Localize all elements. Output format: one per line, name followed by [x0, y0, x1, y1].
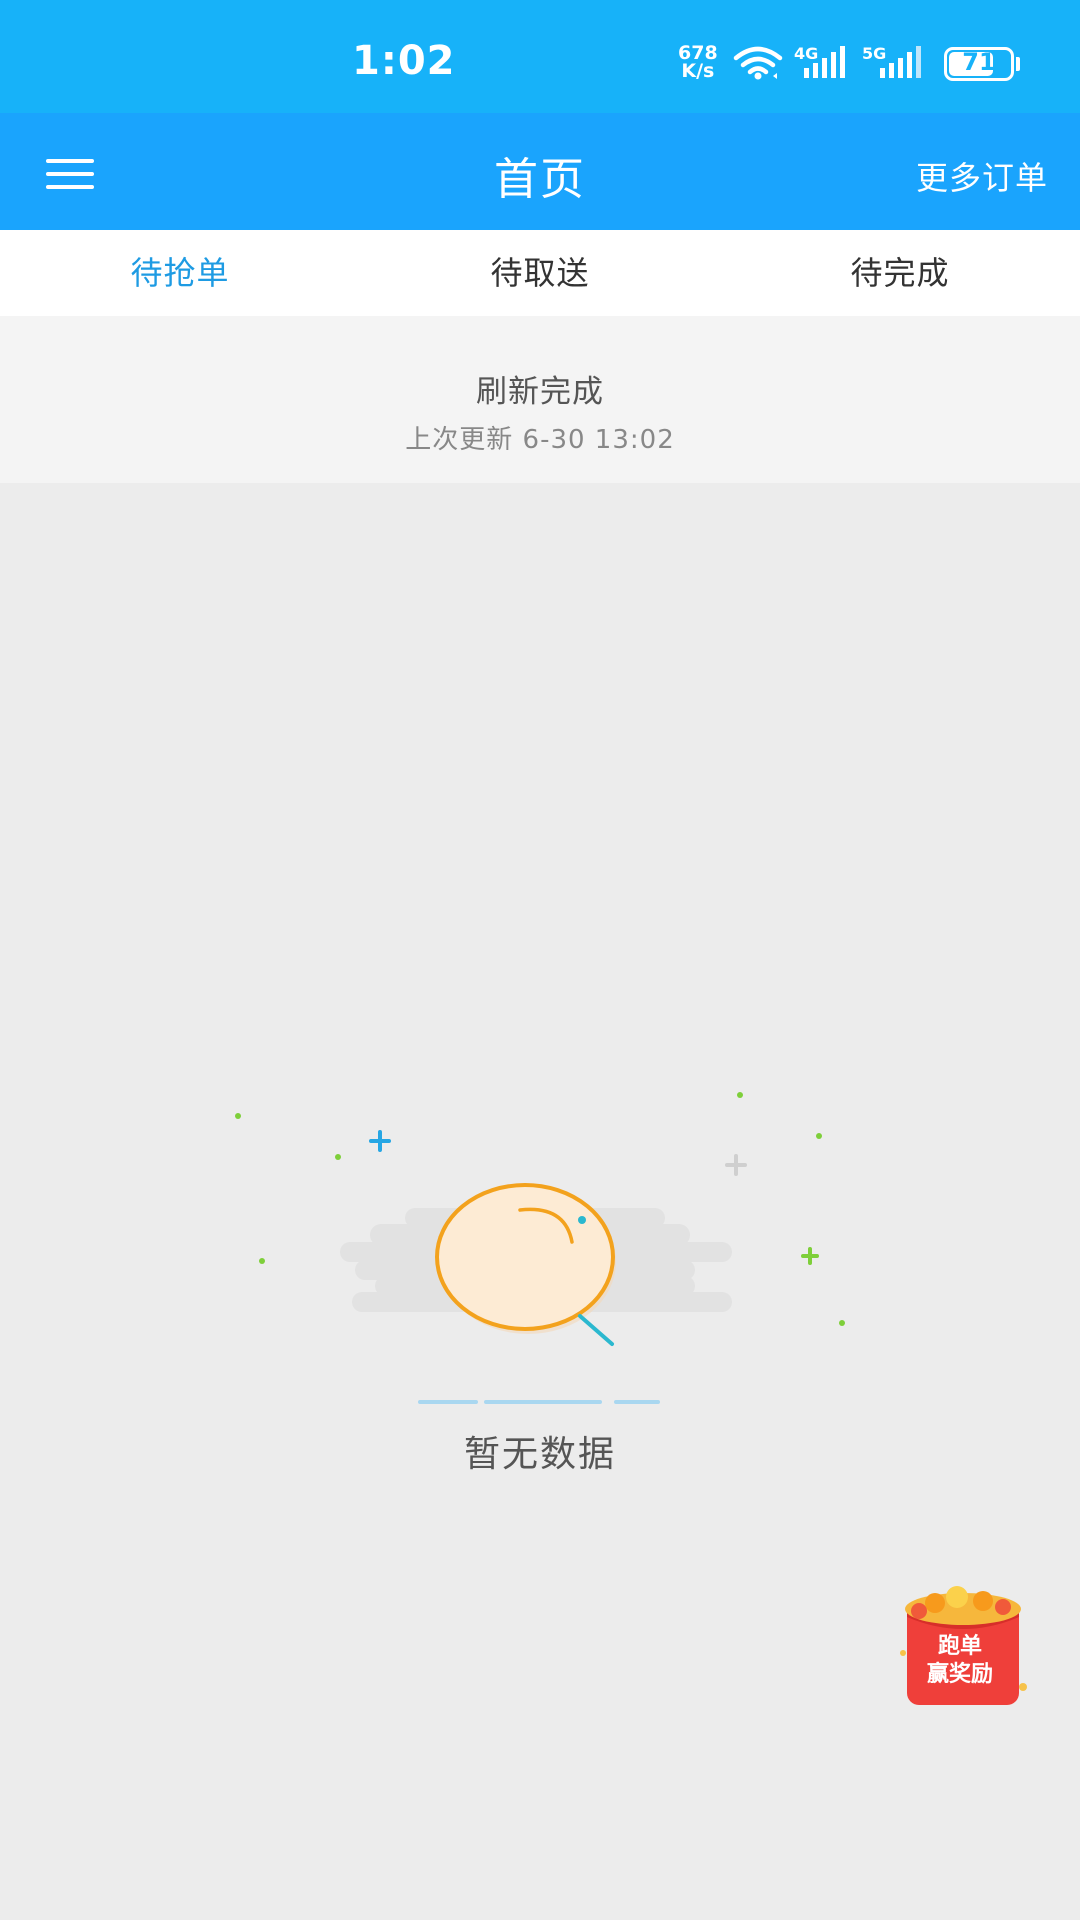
empty-state-message: 暂无数据 [463, 1434, 616, 1475]
app-header: 首页 更多订单 [0, 113, 1080, 230]
status-bar: 1:02 678 K/s 4G 5G 71 [0, 0, 1080, 113]
last-update-time: 上次更新 6-30 13:02 [405, 425, 675, 455]
tab-label: 待完成 [850, 254, 950, 292]
empty-state-underline [418, 1400, 660, 1404]
wifi-icon [733, 46, 783, 80]
tab-pending-grab[interactable]: 待抢单 [0, 230, 360, 326]
signal-5g-icon [880, 46, 921, 78]
empty-search-illustration [235, 1092, 845, 1346]
tab-label: 待取送 [490, 254, 590, 292]
order-tabs: 待抢单 待取送 待完成 [0, 230, 1080, 326]
reward-label-line1: 跑单 [937, 1634, 982, 1659]
reward-button[interactable]: 跑单 赢奖励 [895, 1583, 1030, 1708]
tab-label: 待抢单 [130, 254, 230, 292]
status-time: 1:02 [352, 38, 456, 84]
tab-pending-complete[interactable]: 待完成 [720, 230, 1080, 316]
battery-level: 71 [962, 48, 996, 76]
refresh-title: 刷新完成 [476, 374, 604, 410]
signal-4g-icon [804, 46, 845, 78]
battery-icon: 71 [944, 47, 1014, 81]
tab-pending-pickup[interactable]: 待取送 [360, 230, 720, 316]
network-speed: 678 K/s [678, 44, 718, 82]
battery-cap [1016, 57, 1020, 71]
more-orders-button[interactable]: 更多订单 [916, 153, 1048, 199]
reward-label: 跑单 赢奖励 [905, 1633, 1015, 1689]
reward-label-line2: 赢奖励 [926, 1662, 993, 1687]
network-speed-unit: K/s [681, 60, 715, 82]
refresh-status: 刷新完成 上次更新 6-30 13:02 [0, 316, 1080, 483]
